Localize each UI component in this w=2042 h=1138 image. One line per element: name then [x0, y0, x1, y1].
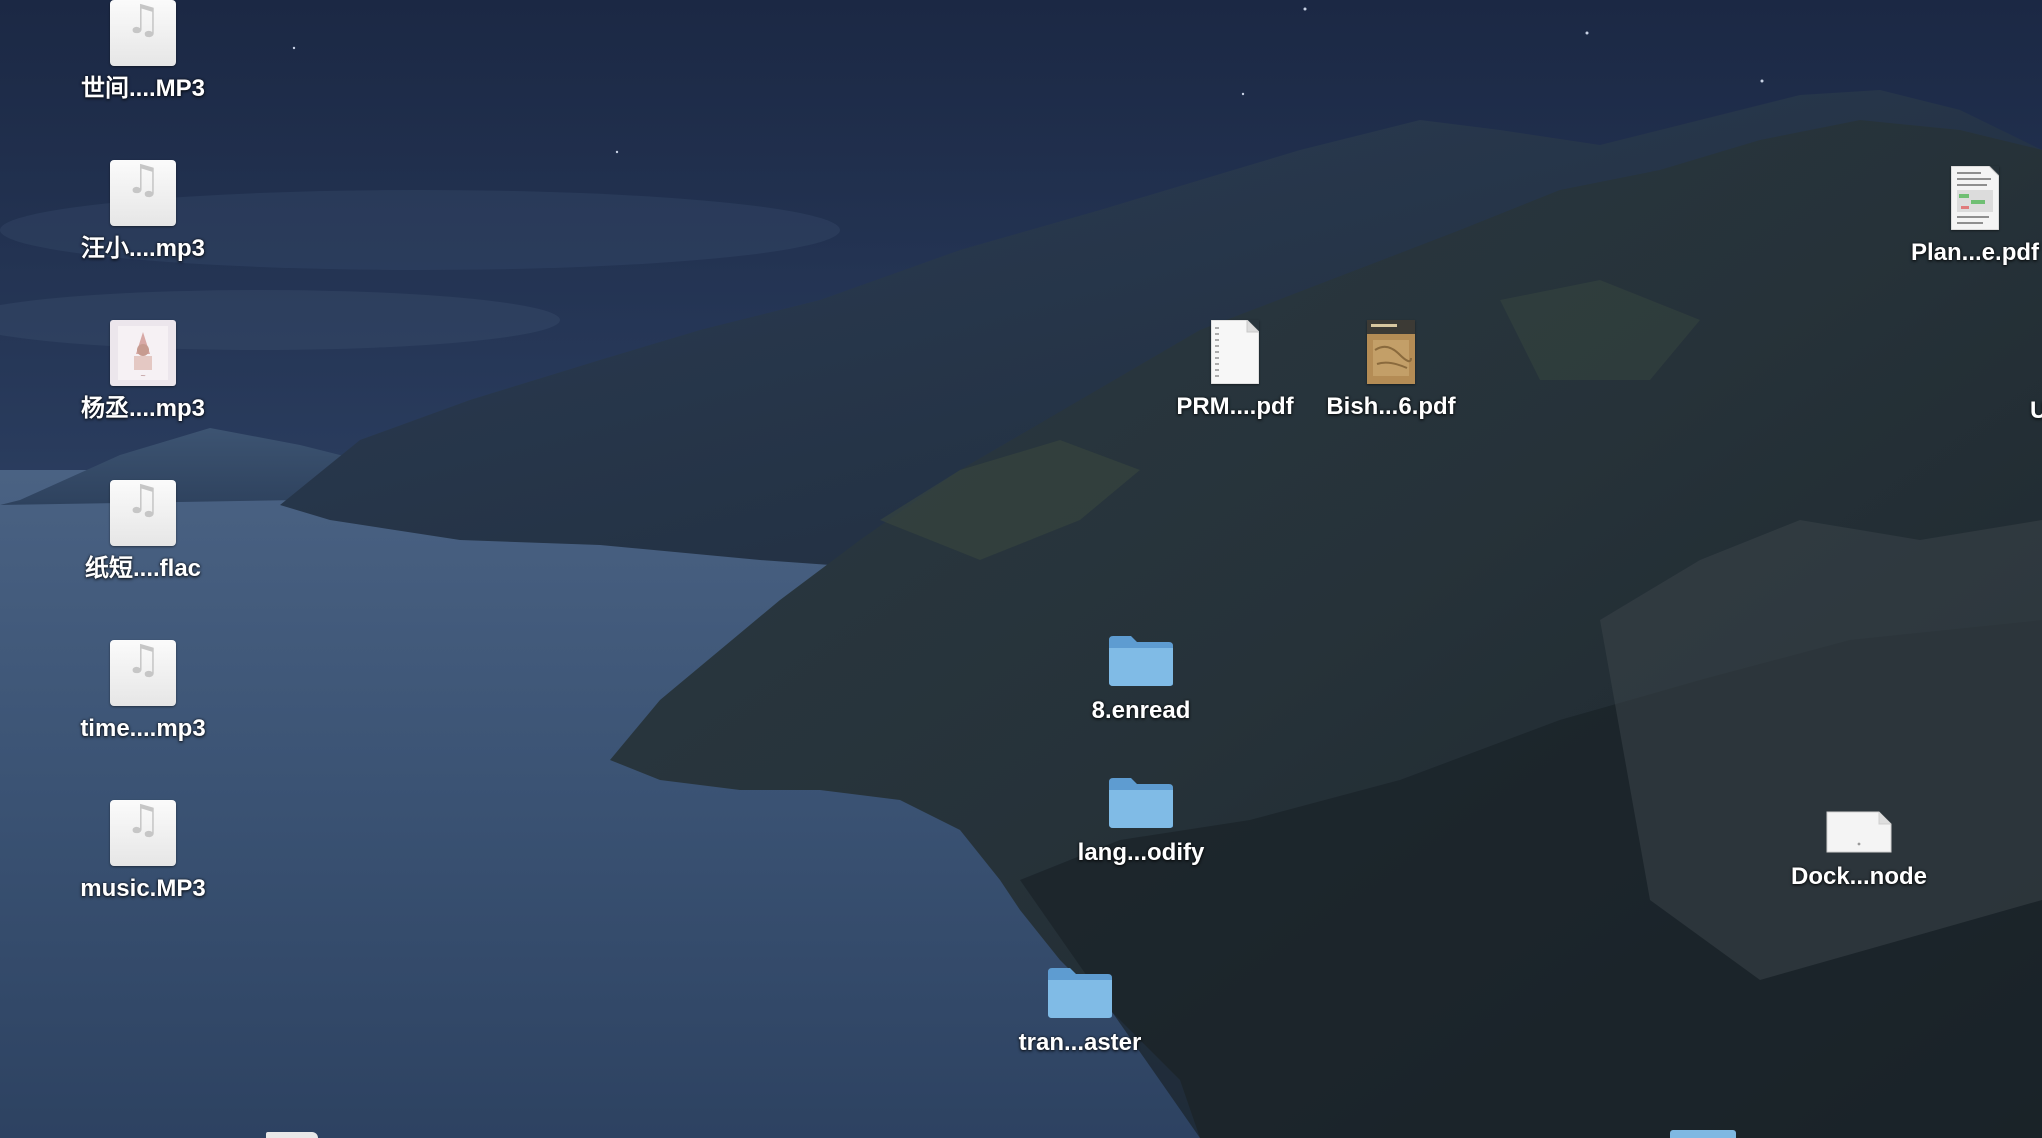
music-file-icon: ♫ [110, 800, 176, 866]
music-file-icon: ♫ [110, 640, 176, 706]
desktop-file[interactable]: Bish...6.pdf [1306, 320, 1476, 422]
desktop-file[interactable]: PRM....pdf [1150, 319, 1320, 422]
folder-label: 8.enread [1091, 697, 1191, 724]
desktop-file[interactable]: Plan...e.pdf [1890, 165, 2042, 268]
file-label: Dock...node [1790, 863, 1928, 890]
file-label: Bish...6.pdf [1326, 393, 1456, 420]
pdf-document-icon [1950, 165, 2000, 231]
folder-label: tran...aster [1018, 1029, 1142, 1056]
svg-text:~: ~ [140, 372, 146, 380]
music-file-icon: ♫ [110, 0, 176, 66]
partial-folder-icon[interactable] [1670, 1130, 1736, 1138]
desktop-file[interactable]: ♫ 纸短....flac [58, 480, 228, 584]
partial-document-icon[interactable] [266, 1132, 318, 1138]
desktop-folder[interactable]: lang...odify [1056, 776, 1226, 868]
file-label: Plan...e.pdf [1910, 239, 2039, 266]
desktop-folder[interactable]: tran...aster [995, 966, 1165, 1058]
truncated-file-label[interactable]: U [2030, 396, 2042, 426]
file-label: 世间....MP3 [80, 75, 206, 102]
pdf-document-icon [1210, 319, 1260, 385]
file-label: music.MP3 [80, 875, 206, 902]
desktop-file[interactable]: ♫ 汪小....mp3 [58, 160, 228, 264]
file-label: time....mp3 [80, 715, 206, 742]
desktop-file[interactable]: ♫ music.MP3 [58, 800, 228, 904]
album-art-icon: ~ [110, 320, 176, 386]
folder-icon [1107, 776, 1175, 830]
file-label: 纸短....flac [84, 555, 202, 582]
music-file-icon: ♫ [110, 160, 176, 226]
folder-icon [1107, 634, 1175, 688]
pdf-document-icon [1367, 320, 1415, 384]
blank-document-icon [1825, 810, 1893, 854]
file-label: PRM....pdf [1176, 393, 1294, 420]
folder-label: lang...odify [1077, 839, 1205, 866]
desktop-file[interactable]: ♫ 世间....MP3 [58, 0, 228, 104]
desktop: ♫ 世间....MP3 ♫ 汪小....mp3 ~ 杨丞....mp3 ♫ 纸短… [0, 0, 2042, 1138]
music-file-icon: ♫ [110, 480, 176, 546]
file-label: 杨丞....mp3 [80, 395, 206, 422]
folder-icon [1046, 966, 1114, 1020]
desktop-file[interactable]: ~ 杨丞....mp3 [58, 320, 228, 424]
desktop-file[interactable]: Dock...node [1774, 810, 1944, 892]
desktop-folder[interactable]: 8.enread [1056, 634, 1226, 726]
desktop-file[interactable]: ♫ time....mp3 [58, 640, 228, 744]
file-label: 汪小....mp3 [80, 235, 206, 262]
